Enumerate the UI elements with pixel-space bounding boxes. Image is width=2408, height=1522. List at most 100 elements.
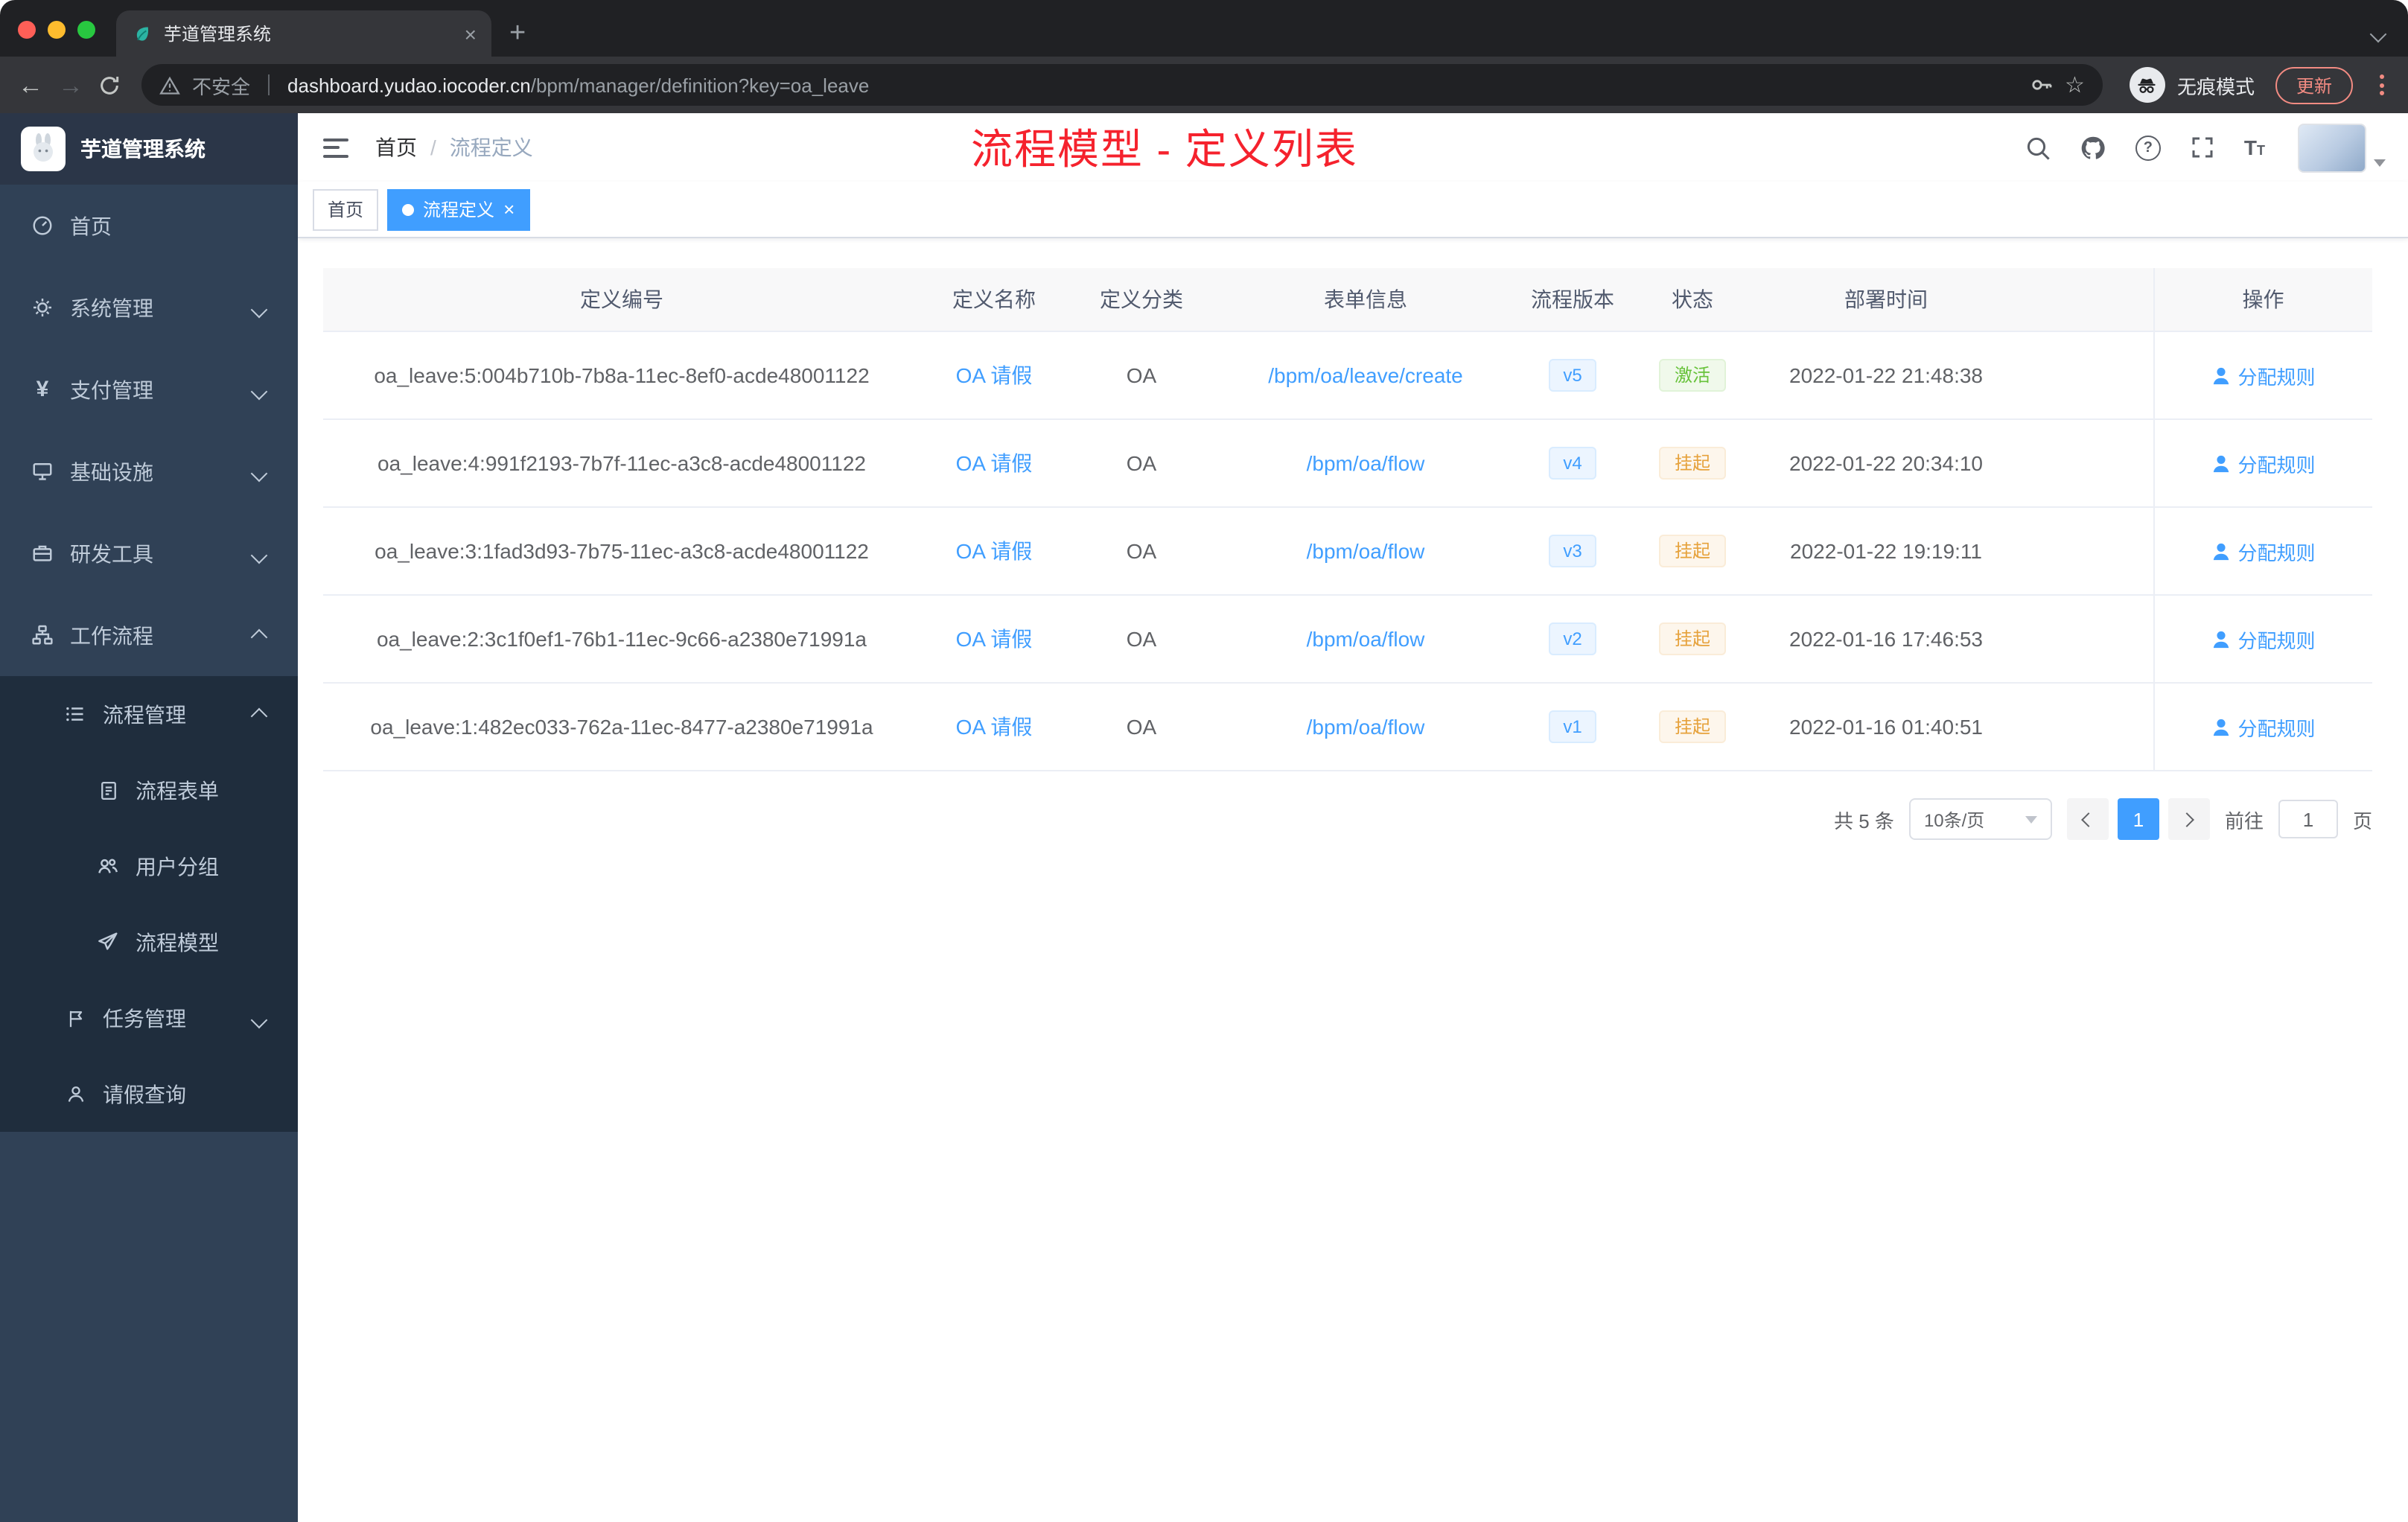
close-window-button[interactable]	[18, 21, 36, 39]
incognito-label: 无痕模式	[2176, 75, 2255, 98]
assign-rule-button[interactable]: 分配规则	[2211, 361, 2316, 389]
assign-rule-button[interactable]: 分配规则	[2211, 449, 2316, 477]
avatar	[2298, 123, 2366, 172]
page-goto-input[interactable]	[2278, 800, 2338, 838]
sidebar-item-payment-management[interactable]: ¥ 支付管理	[0, 348, 298, 430]
table-row: oa_leave:1:482ec033-762a-11ec-8477-a2380…	[323, 683, 2372, 771]
font-size-icon[interactable]: TT	[2244, 137, 2265, 158]
search-icon[interactable]	[2025, 135, 2051, 160]
version-badge: v4	[1548, 447, 1597, 480]
back-button[interactable]: ←	[18, 72, 43, 98]
sidebar-item-dev-tools[interactable]: 研发工具	[0, 512, 298, 594]
table-row: oa_leave:2:3c1f0ef1-76b1-11ec-9c66-a2380…	[323, 595, 2372, 684]
page-number-button[interactable]: 1	[2117, 798, 2159, 840]
help-icon[interactable]: ?	[2135, 135, 2161, 160]
column-header: 操作	[2153, 268, 2372, 332]
form-link[interactable]: /bpm/oa/flow	[1307, 627, 1425, 651]
sidebar-item-process-model[interactable]: 流程模型	[0, 904, 298, 980]
form-link[interactable]: /bpm/oa/flow	[1307, 451, 1425, 475]
next-page-button[interactable]	[2167, 798, 2210, 840]
definition-name-link[interactable]: OA 请假	[956, 627, 1033, 651]
address-bar[interactable]: 不安全 dashboard.yudao.iocoder.cn/bpm/manag…	[141, 64, 2103, 106]
form-link[interactable]: /bpm/oa/flow	[1307, 539, 1425, 563]
sidebar-item-user-group[interactable]: 用户分组	[0, 828, 298, 904]
chevron-down-icon	[250, 541, 268, 565]
cell-deploy-time: 2022-01-22 21:48:38	[1756, 331, 2016, 420]
version-badge: v3	[1548, 535, 1597, 567]
forward-button[interactable]: →	[58, 72, 83, 98]
status-badge: 挂起	[1659, 710, 1725, 743]
process-list-icon	[63, 703, 88, 725]
sidebar-item-task-management[interactable]: 任务管理	[0, 980, 298, 1056]
prev-page-button[interactable]	[2066, 798, 2109, 840]
sidebar-item-home[interactable]: 首页	[0, 185, 298, 267]
table-row: oa_leave:3:1fad3d93-7b75-11ec-a3c8-acde4…	[323, 507, 2372, 596]
page-title-annotation: 流程模型 - 定义列表	[971, 127, 1358, 173]
url-text: dashboard.yudao.iocoder.cn/bpm/manager/d…	[287, 74, 869, 96]
sidebar-item-label: 任务管理	[103, 1006, 186, 1030]
tab-search-icon[interactable]	[2369, 21, 2387, 48]
app-title: 芋道管理系统	[80, 137, 206, 161]
chevron-up-icon	[250, 623, 268, 647]
new-tab-button[interactable]: +	[509, 19, 526, 48]
cell-filler	[2016, 419, 2153, 508]
breadcrumb: 首页 / 流程定义	[375, 133, 533, 162]
sidebar-item-workflow[interactable]: 工作流程	[0, 594, 298, 676]
cell-filler	[2016, 683, 2153, 771]
definition-name-link[interactable]: OA 请假	[956, 451, 1033, 475]
tab-favicon-leaf-icon	[131, 23, 152, 44]
definition-name-link[interactable]: OA 请假	[956, 715, 1033, 739]
column-header: 状态	[1629, 268, 1756, 332]
sidebar-item-label: 研发工具	[70, 541, 153, 565]
tag-close-icon[interactable]: ×	[503, 200, 515, 219]
breadcrumb-home[interactable]: 首页	[375, 133, 417, 162]
definition-name-link[interactable]: OA 请假	[956, 363, 1033, 387]
tab-title: 芋道管理系统	[164, 24, 272, 45]
user-avatar-menu[interactable]	[2298, 123, 2386, 172]
column-header-filler	[2016, 268, 2153, 332]
sidebar-item-label: 系统管理	[70, 296, 153, 319]
tab-close-icon[interactable]: ×	[465, 22, 477, 45]
definition-name-link[interactable]: OA 请假	[956, 539, 1033, 563]
user-icon	[2213, 630, 2229, 648]
assign-rule-button[interactable]: 分配规则	[2211, 625, 2316, 653]
url-path: /bpm/manager/definition?key=oa_leave	[530, 74, 870, 96]
definition-table: 定义编号 定义名称 定义分类 表单信息 流程版本 状态 部署时间 操作 oa_l…	[323, 268, 2372, 771]
browser-update-button[interactable]: 更新	[2275, 66, 2353, 104]
page-size-select[interactable]: 10条/页	[1908, 798, 2052, 840]
browser-tab[interactable]: 芋道管理系统 ×	[116, 10, 491, 57]
zoom-window-button[interactable]	[77, 21, 95, 39]
assign-rule-button[interactable]: 分配规则	[2211, 537, 2316, 565]
tag-process-definition[interactable]: 流程定义 ×	[387, 188, 530, 230]
sidebar-item-leave-query[interactable]: 请假查询	[0, 1056, 298, 1132]
browser-menu-kebab-icon[interactable]	[2374, 69, 2390, 101]
minimize-window-button[interactable]	[48, 21, 66, 39]
cell-category: OA	[1068, 507, 1215, 596]
version-badge: v1	[1548, 710, 1597, 743]
tag-home[interactable]: 首页	[313, 188, 379, 230]
github-icon[interactable]	[2080, 135, 2106, 160]
cell-deploy-time: 2022-01-22 20:34:10	[1756, 419, 2016, 508]
password-key-icon[interactable]	[2029, 73, 2053, 97]
sidebar-item-label: 流程模型	[136, 930, 219, 954]
bookmark-star-icon[interactable]: ☆	[2065, 71, 2085, 98]
reload-button[interactable]	[98, 74, 121, 96]
fullscreen-icon[interactable]	[2191, 136, 2214, 159]
sidebar-collapse-icon[interactable]	[320, 132, 351, 163]
user-group-icon	[95, 855, 121, 877]
assign-rule-button[interactable]: 分配规则	[2211, 713, 2316, 741]
form-link[interactable]: /bpm/oa/flow	[1307, 715, 1425, 739]
sidebar-logo-row[interactable]: 芋道管理系统	[0, 113, 298, 185]
sidebar-item-process-form[interactable]: 流程表单	[0, 752, 298, 828]
sidebar-item-process-management[interactable]: 流程管理	[0, 676, 298, 752]
devtools-icon	[30, 542, 55, 564]
version-badge: v5	[1548, 359, 1597, 392]
sidebar-item-system-management[interactable]: 系统管理	[0, 267, 298, 348]
form-link[interactable]: /bpm/oa/leave/create	[1268, 363, 1463, 387]
sidebar-item-infrastructure[interactable]: 基础设施	[0, 430, 298, 512]
status-badge: 挂起	[1659, 447, 1725, 480]
incognito-chip[interactable]: 无痕模式	[2129, 67, 2255, 103]
cell-category: OA	[1068, 331, 1215, 420]
column-header: 表单信息	[1215, 268, 1516, 332]
security-warning-icon[interactable]	[159, 75, 180, 95]
